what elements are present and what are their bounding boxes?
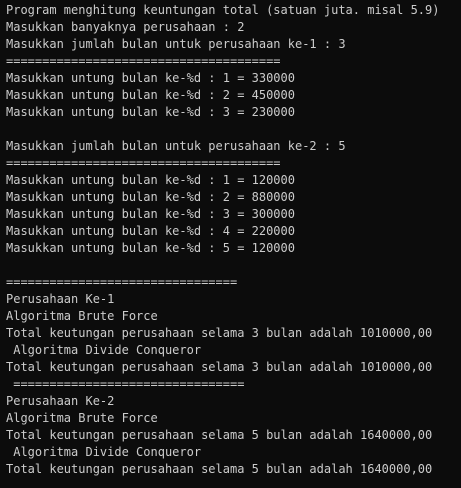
console-line: Total keutungan perusahaan selama 5 bula… xyxy=(6,428,433,442)
console-line: Masukkan untung bulan ke-%d : 2 = 450000 xyxy=(6,88,295,102)
console-line: Algoritma Brute Force xyxy=(6,309,158,323)
console-line: Total keutungan perusahaan selama 3 bula… xyxy=(6,326,433,340)
console-line: Masukkan untung bulan ke-%d : 3 = 230000 xyxy=(6,105,295,119)
console-line: Perusahaan Ke-1 xyxy=(6,292,115,306)
console-line: Masukkan jumlah bulan untuk perusahaan k… xyxy=(6,139,346,153)
console-output[interactable]: Program menghitung keuntungan total (sat… xyxy=(0,0,461,488)
console-line: Masukkan banyaknya perusahaan : 2 xyxy=(6,20,245,34)
console-line: Program menghitung keuntungan total (sat… xyxy=(6,3,440,17)
console-line: ====================================== xyxy=(6,156,281,170)
console-line: ================================ xyxy=(6,275,238,289)
console-line: Perusahaan Ke-2 xyxy=(6,394,115,408)
console-line: Masukkan untung bulan ke-%d : 1 = 120000 xyxy=(6,173,295,187)
console-line: Total keutungan perusahaan selama 5 bula… xyxy=(6,462,433,476)
console-line: Masukkan untung bulan ke-%d : 5 = 120000 xyxy=(6,241,295,255)
console-line: Algoritma Divide Conqueror xyxy=(6,343,202,357)
console-line: ================================ xyxy=(6,377,245,391)
console-line: Masukkan untung bulan ke-%d : 4 = 220000 xyxy=(6,224,295,238)
console-line: Masukkan untung bulan ke-%d : 1 = 330000 xyxy=(6,71,295,85)
console-line: Algoritma Divide Conqueror xyxy=(6,445,202,459)
console-line: Masukkan untung bulan ke-%d : 2 = 880000 xyxy=(6,190,295,204)
console-line: Algoritma Brute Force xyxy=(6,411,158,425)
console-line: Masukkan untung bulan ke-%d : 3 = 300000 xyxy=(6,207,295,221)
console-line: Masukkan jumlah bulan untuk perusahaan k… xyxy=(6,37,346,51)
console-line: ====================================== xyxy=(6,54,281,68)
console-line: Total keutungan perusahaan selama 3 bula… xyxy=(6,360,433,374)
